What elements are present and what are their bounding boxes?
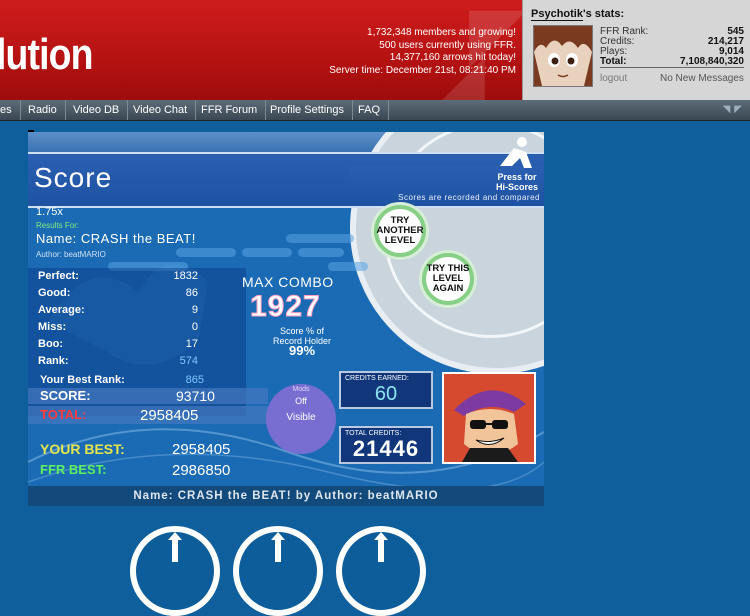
stat-value: 7,108,840,320 bbox=[680, 56, 744, 67]
site-stats: 1,732,348 members and growing! 500 users… bbox=[329, 27, 516, 77]
try-again-label: TRY THIS LEVEL AGAIN bbox=[426, 257, 470, 301]
messages-link[interactable]: No New Messages bbox=[660, 73, 744, 84]
record-percent-block: Score % of Record Holder 99% bbox=[242, 326, 362, 358]
best-rank-value: 865 bbox=[185, 374, 204, 386]
character-image bbox=[444, 374, 534, 462]
judgement-value: 9 bbox=[191, 304, 198, 316]
avatar-image bbox=[534, 26, 592, 86]
nav-arrows-icon: ◥◤ bbox=[722, 104, 746, 115]
stat-row-total: Total: 7,108,840,320 bbox=[600, 57, 744, 68]
max-combo-value: 1927 bbox=[250, 290, 321, 324]
decor-dash bbox=[298, 248, 344, 257]
stats-suffix: 's stats: bbox=[582, 8, 625, 20]
site-logo[interactable]: lution bbox=[0, 30, 94, 80]
judgement-value: 17 bbox=[185, 338, 198, 350]
nav-item-radio[interactable]: Radio bbox=[20, 100, 66, 120]
song-info-bar: Name: CRASH the BEAT! by Author: beatMAR… bbox=[28, 486, 544, 506]
nav-item-profile-settings[interactable]: Profile Settings bbox=[262, 100, 353, 120]
main-nav: es Radio Video DB Video Chat FFR Forum P… bbox=[0, 100, 750, 121]
decor-dash bbox=[286, 234, 354, 243]
record-pct-label: Score % of bbox=[279, 326, 325, 336]
receptor-arrows bbox=[168, 532, 388, 562]
judgement-row-miss: Miss: 0 bbox=[38, 321, 198, 338]
members-count: 1,732,348 members and growing! bbox=[367, 27, 516, 38]
nav-item-games[interactable]: es bbox=[0, 100, 21, 120]
username-link[interactable]: Psychotik bbox=[531, 8, 583, 21]
nav-item-ffr-forum[interactable]: FFR Forum bbox=[193, 100, 267, 120]
song-author: Author: beatMARIO bbox=[36, 250, 106, 259]
judgement-label: Boo: bbox=[38, 338, 64, 350]
mods-label: Mods bbox=[292, 386, 310, 393]
ffr-best-value: 2986850 bbox=[172, 462, 231, 479]
judgement-value: 574 bbox=[179, 355, 198, 367]
best-rank-row: Your Best Rank: 865 bbox=[40, 374, 204, 386]
judgement-value: 86 bbox=[185, 287, 198, 299]
speed-mod: 1.75x bbox=[36, 206, 63, 218]
judgement-label: Perfect: bbox=[38, 270, 79, 282]
hi-scores-icon[interactable] bbox=[496, 136, 536, 172]
user-stats-table: FFR Rank: 545 Credits: 214,217 Plays: 9,014… bbox=[600, 27, 744, 68]
credits-earned-box: CREDITS EARNED: 60 bbox=[339, 371, 433, 409]
score-label: SCORE: bbox=[40, 388, 91, 403]
total-credits-value: 21446 bbox=[352, 436, 420, 461]
character-portrait bbox=[442, 372, 536, 464]
nav-item-video-db[interactable]: Video DB bbox=[65, 100, 129, 120]
ffr-best-label: FFR BEST: bbox=[40, 462, 107, 477]
judgement-value: 0 bbox=[191, 321, 198, 333]
site-header: ◤ ◢ lution 1,732,348 members and growing… bbox=[0, 0, 522, 100]
arrows-hit: 14,377,160 arrows hit today! bbox=[389, 52, 516, 63]
users-online: 500 users currently using FFR. bbox=[379, 39, 516, 51]
try-another-label: TRY ANOTHER LEVEL bbox=[377, 209, 424, 253]
score-screen: Score Press for Hi-Scores Scores are rec… bbox=[28, 132, 544, 506]
avatar[interactable] bbox=[533, 25, 593, 87]
hi-scores-button[interactable]: Press for Hi-Scores bbox=[490, 172, 544, 192]
hi-scores-label: Hi-Scores bbox=[495, 182, 539, 192]
press-for-label: Press for bbox=[497, 172, 537, 182]
judgement-row-average: Average: 9 bbox=[38, 304, 198, 321]
judgement-row-perfect: Perfect: 1832 bbox=[38, 270, 198, 287]
decor-dash bbox=[242, 248, 292, 257]
total-value: 2958405 bbox=[140, 407, 199, 424]
stat-label: Total: bbox=[600, 56, 627, 67]
credits-earned-value: 60 bbox=[374, 383, 398, 405]
decor-dash bbox=[328, 262, 368, 271]
server-time: Server time: December 21st, 08:21:40 PM bbox=[329, 64, 516, 76]
max-combo-label: MAX COMBO bbox=[242, 274, 334, 290]
judgement-label: Rank: bbox=[38, 355, 69, 367]
your-best-label: YOUR BEST: bbox=[40, 441, 125, 457]
nav-item-video-chat[interactable]: Video Chat bbox=[125, 100, 197, 120]
total-label: TOTAL: bbox=[40, 407, 87, 422]
try-level-again-button[interactable]: TRY THIS LEVEL AGAIN bbox=[419, 250, 477, 308]
judgement-value: 1832 bbox=[173, 270, 198, 282]
judgement-label: Good: bbox=[38, 287, 71, 299]
logout-link[interactable]: logout bbox=[600, 73, 627, 84]
recorded-note: Scores are recorded and compared bbox=[398, 193, 540, 202]
total-credits-box: TOTAL CREDITS: 21446 bbox=[339, 426, 433, 464]
user-stats-panel: Psychotik's stats: FFR Rank: 545 Credits:… bbox=[522, 0, 750, 100]
user-stats-title: Psychotik's stats: bbox=[531, 8, 625, 21]
judgement-row-good: Good: 86 bbox=[38, 287, 198, 304]
song-name: Name: CRASH the BEAT! bbox=[36, 231, 196, 246]
page-title: Score bbox=[34, 162, 113, 193]
mods-off: Off bbox=[295, 396, 307, 406]
decor-dash bbox=[176, 248, 236, 257]
mods-visible: Visible bbox=[286, 412, 316, 423]
try-another-level-button[interactable]: TRY ANOTHER LEVEL bbox=[371, 202, 429, 260]
results-for-label: Results For: bbox=[36, 221, 80, 230]
judgement-row-rank: Rank: 574 bbox=[38, 355, 198, 372]
nav-item-faq[interactable]: FAQ bbox=[350, 100, 390, 120]
record-pct-value: 99% bbox=[288, 343, 316, 358]
your-best-value: 2958405 bbox=[172, 441, 231, 458]
judgement-label: Miss: bbox=[38, 321, 67, 333]
best-rank-label: Your Best Rank: bbox=[40, 374, 125, 386]
score-value: 93710 bbox=[176, 388, 215, 404]
judgement-row-boo: Boo: 17 bbox=[38, 338, 198, 355]
judgement-label: Average: bbox=[38, 304, 85, 316]
judgement-list: Perfect: 1832 Good: 86 Average: 9 Miss: 0 Bo… bbox=[38, 270, 198, 372]
running-figure-icon bbox=[500, 137, 532, 168]
